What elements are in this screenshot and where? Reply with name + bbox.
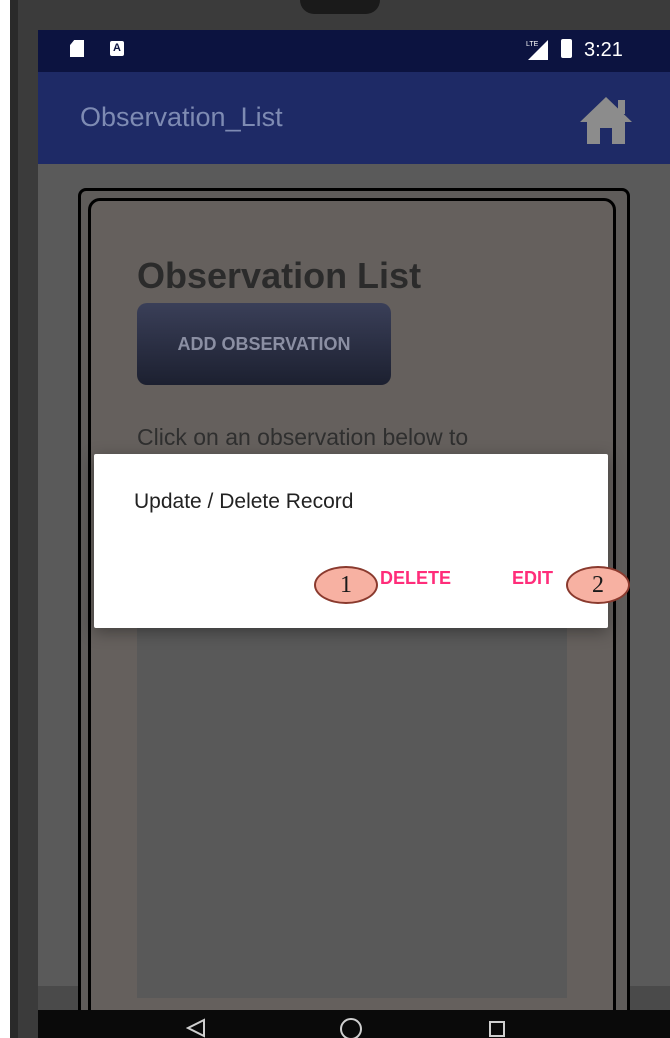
navigation-bar: [38, 1010, 670, 1038]
delete-button[interactable]: DELETE: [380, 568, 451, 589]
a-notification-icon: A: [110, 41, 124, 56]
callout-2: 2: [566, 566, 630, 604]
back-icon[interactable]: [186, 1018, 206, 1038]
lte-signal-icon: LTE: [526, 40, 548, 60]
callout-1: 1: [314, 566, 378, 604]
dialog-title: Update / Delete Record: [134, 490, 354, 513]
svg-text:LTE: LTE: [526, 41, 539, 48]
phone-frame-edge: [10, 0, 18, 1038]
app-bar: Observation_List: [38, 72, 670, 164]
sd-card-icon: [70, 40, 84, 57]
app-title: Observation_List: [80, 102, 283, 132]
battery-icon: [561, 39, 572, 58]
home-circle-icon[interactable]: [338, 1016, 364, 1038]
add-observation-button[interactable]: ADD OBSERVATION: [137, 303, 391, 385]
observation-list-heading: Observation List: [137, 255, 422, 296]
observation-listview[interactable]: [137, 598, 567, 998]
edit-button[interactable]: EDIT: [512, 568, 553, 589]
status-time: 3:21: [584, 39, 623, 61]
home-icon[interactable]: [578, 94, 634, 146]
instruction-text: Click on an observation below to: [137, 424, 469, 450]
recent-apps-icon[interactable]: [488, 1020, 506, 1038]
phone-speaker-notch: [300, 0, 380, 14]
status-bar: A LTE 3:21: [38, 30, 670, 72]
